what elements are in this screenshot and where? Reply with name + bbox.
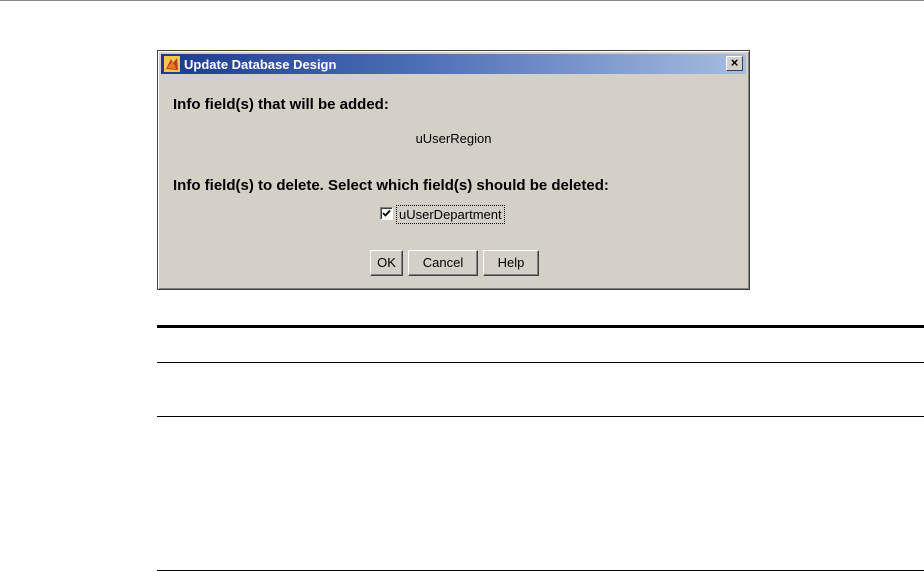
page-rule xyxy=(157,362,924,363)
dialog-title: Update Database Design xyxy=(184,57,337,72)
app-icon xyxy=(164,56,180,72)
checkmark-icon xyxy=(382,209,391,217)
update-database-design-dialog: Update Database Design × Info field(s) t… xyxy=(157,50,750,290)
page-top-rule xyxy=(0,0,924,1)
delete-fields-heading: Info field(s) to delete. Select which fi… xyxy=(173,177,609,194)
delete-field-label[interactable]: uUserDepartment xyxy=(396,205,505,224)
added-field-item: uUserRegion xyxy=(415,131,492,146)
ok-button[interactable]: OK xyxy=(370,250,403,276)
close-button[interactable]: × xyxy=(726,56,743,71)
close-icon: × xyxy=(730,55,739,70)
page-rule xyxy=(157,416,924,417)
added-fields-heading: Info field(s) that will be added: xyxy=(173,96,389,113)
dialog-titlebar[interactable]: Update Database Design × xyxy=(161,54,746,74)
page-rule-thick xyxy=(157,325,924,328)
delete-field-checkbox[interactable] xyxy=(380,207,393,220)
help-button[interactable]: Help xyxy=(483,250,539,276)
cancel-button[interactable]: Cancel xyxy=(408,250,478,276)
